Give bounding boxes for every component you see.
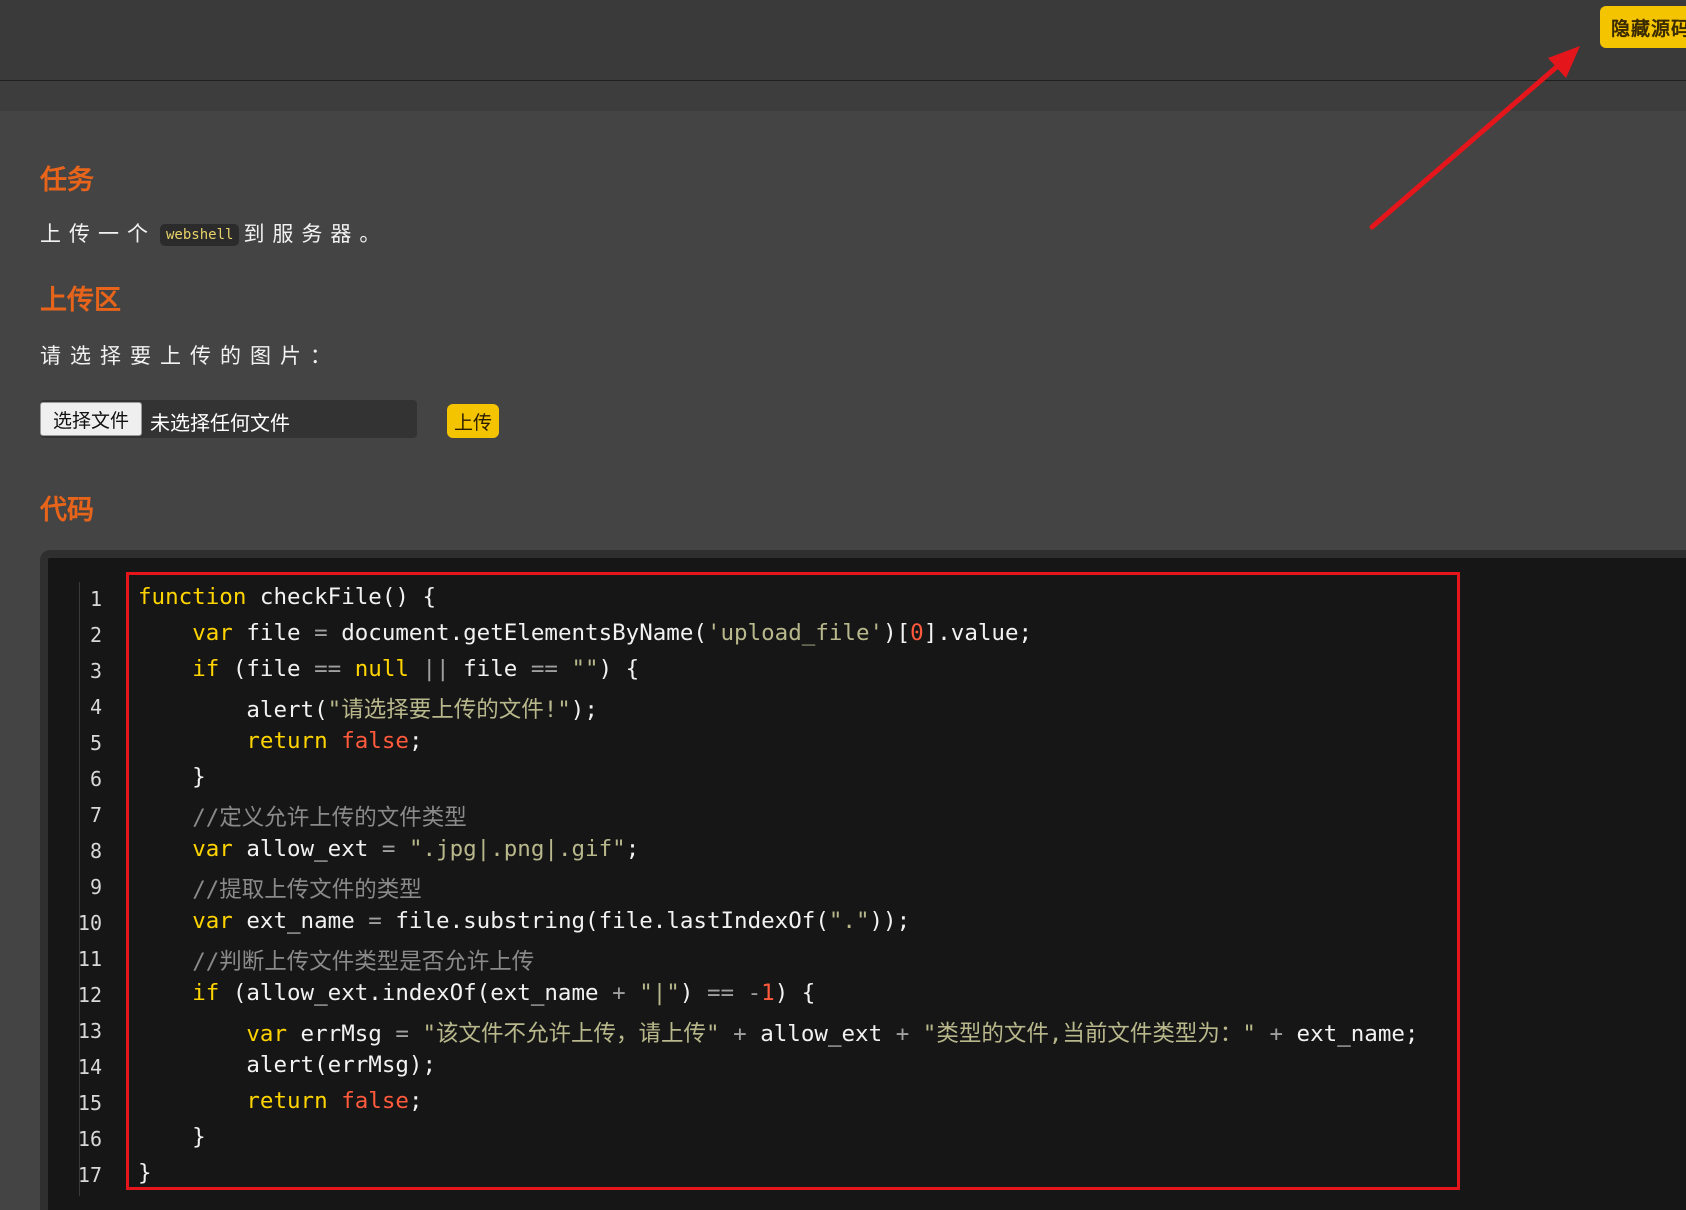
task-heading: 任务 — [40, 165, 94, 196]
webshell-chip: webshell — [160, 224, 240, 246]
task-text-before: 上传一个 — [40, 222, 156, 246]
top-bar — [0, 0, 1686, 81]
line-number: 8 — [89, 839, 102, 863]
line-number: 16 — [77, 1127, 102, 1151]
line-number: 10 — [77, 911, 102, 935]
code-line: //判断上传文件类型是否允许上传 — [192, 949, 535, 975]
task-text-after: 到服务器。 — [243, 222, 389, 246]
upload-button[interactable]: 上传 — [447, 404, 499, 438]
line-number: 3 — [89, 659, 102, 683]
upload-prompt: 请选择要上传的图片： — [40, 344, 340, 368]
task-description: 上传一个 webshell 到服务器。 — [40, 218, 388, 248]
code-line: alert("请选择要上传的文件!"); — [138, 697, 598, 723]
code-line: if (allow_ext.indexOf(ext_name + "|") ==… — [192, 980, 816, 1006]
code-line: var file = document.getElementsByName('u… — [192, 620, 1033, 646]
file-input[interactable]: 选择文件 未选择任何文件 — [40, 400, 417, 438]
file-status-text: 未选择任何文件 — [150, 411, 290, 435]
line-number: 14 — [77, 1055, 102, 1079]
line-number: 11 — [77, 947, 102, 971]
code-line: var allow_ext = ".jpg|.png|.gif"; — [192, 836, 640, 862]
line-number: 7 — [89, 803, 102, 827]
code-line: } — [138, 1160, 152, 1186]
line-number: 13 — [77, 1019, 102, 1043]
choose-file-button[interactable]: 选择文件 — [40, 402, 142, 436]
code-line: return false; — [246, 1088, 423, 1114]
code-line: function checkFile() { — [138, 584, 437, 610]
upload-heading: 上传区 — [40, 285, 121, 316]
code-line: var errMsg = "该文件不允许上传，请上传" + allow_ext … — [246, 1021, 1419, 1047]
sub-bar — [0, 81, 1686, 111]
line-number: 6 — [89, 767, 102, 791]
code-line: } — [138, 1124, 206, 1150]
line-number: 9 — [89, 875, 102, 899]
line-number: 1 — [89, 587, 102, 611]
line-number: 12 — [77, 983, 102, 1007]
line-number: 2 — [89, 623, 102, 647]
line-number: 5 — [89, 731, 102, 755]
code-line: if (file == null || file == "") { — [192, 656, 640, 682]
hide-source-button[interactable]: 隐藏源码 — [1600, 6, 1686, 48]
code-line: } — [138, 764, 206, 790]
line-number: 17 — [77, 1163, 102, 1187]
code-heading: 代码 — [40, 495, 94, 526]
code-line: alert(errMsg); — [138, 1052, 437, 1078]
code-line: //定义允许上传的文件类型 — [192, 805, 467, 831]
line-number: 15 — [77, 1091, 102, 1115]
code-line: var ext_name = file.substring(file.lastI… — [192, 908, 911, 934]
line-number: 4 — [89, 695, 102, 719]
code-line: return false; — [246, 728, 423, 754]
code-line: //提取上传文件的类型 — [192, 877, 422, 903]
